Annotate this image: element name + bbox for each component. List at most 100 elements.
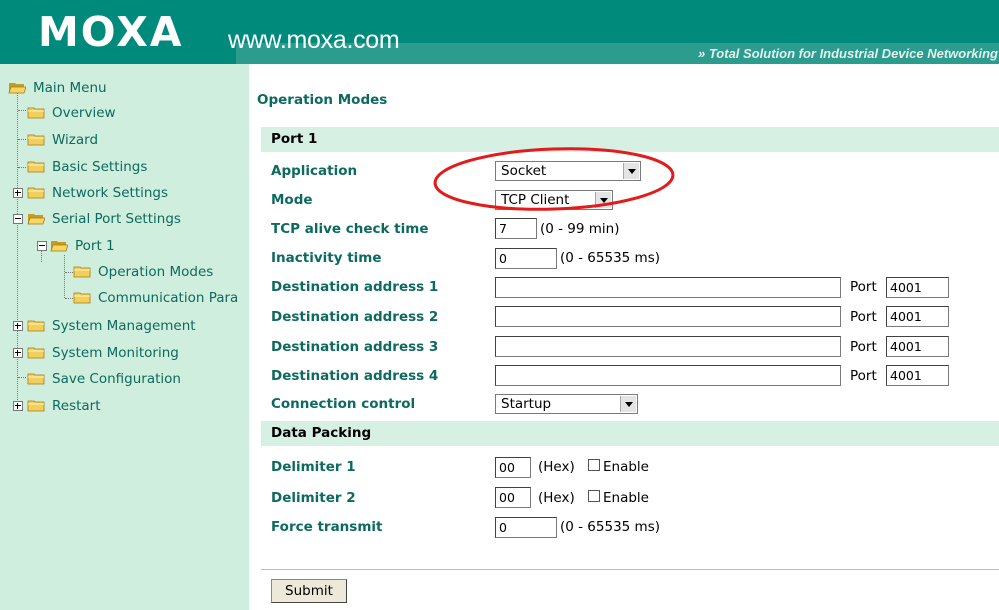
page-title: Operation Modes [257,92,388,108]
collapse-port-1[interactable] [37,241,47,251]
delimiter-2-enable-label: Enable [603,490,649,506]
section-data-packing: Data Packing [261,421,999,446]
divider [261,569,999,570]
sidebar-item-save-configuration[interactable]: Save Configuration [27,368,181,390]
destination-port-1-input[interactable]: 4001 [886,277,949,298]
tagline-text: » Total Solution for Industrial Device N… [698,46,998,61]
sidebar-item-label: Port 1 [75,238,115,254]
tree-line [64,255,65,298]
sidebar-item-label: Network Settings [52,185,169,201]
tree-line [18,139,26,140]
force-transmit-input[interactable]: 0 [495,517,557,538]
force-transmit-label: Force transmit [271,519,383,535]
delimiter-1-label: Delimiter 1 [271,459,356,475]
sidebar-item-label: Overview [52,105,116,121]
destination-address-1-input[interactable] [495,277,841,298]
delimiter-2-hex-label: (Hex) [538,490,575,506]
header-banner: MOXA www.moxa.com » Total Solution for I… [0,0,999,64]
sidebar-item-label: Main Menu [33,80,107,96]
expand-system-management[interactable] [13,321,23,331]
delimiter-2-label: Delimiter 2 [271,490,356,506]
inactivity-time-input[interactable]: 0 [495,248,557,269]
sidebar-item-label: Operation Modes [98,264,214,280]
delimiter-2-input[interactable]: 00 [495,487,531,508]
folder-icon [27,373,45,384]
sidebar-item-label: System Management [52,318,196,334]
sidebar-item-system-monitoring[interactable]: System Monitoring [27,342,179,364]
sidebar-item-system-management[interactable]: System Management [27,315,196,337]
tree-line [18,110,26,111]
folder-icon [73,266,91,277]
mode-label: Mode [271,192,313,208]
sidebar-item-operation-modes[interactable]: Operation Modes [73,261,213,283]
sidebar-item-label: Communication Para [98,290,239,306]
section-title: Port 1 [271,131,318,147]
destination-address-2-label: Destination address 2 [271,309,439,325]
sidebar-item-basic-settings[interactable]: Basic Settings [27,156,147,178]
sidebar-item-overview[interactable]: Overview [27,102,116,124]
folder-icon [27,107,45,118]
delimiter-2-enable-checkbox[interactable] [588,490,600,502]
folder-icon [27,134,45,145]
destination-address-4-label: Destination address 4 [271,368,439,384]
sidebar-item-label: Wizard [52,132,99,148]
tcp-alive-check-time-label: TCP alive check time [271,221,429,237]
destination-address-2-input[interactable] [495,306,841,327]
folder-icon [27,161,45,172]
destination-port-3-input[interactable]: 4001 [886,336,949,357]
tree-line [18,167,26,168]
destination-address-4-input[interactable] [495,365,841,386]
delimiter-1-input[interactable]: 00 [495,457,531,478]
port-label: Port [850,279,877,295]
destination-port-2-input[interactable]: 4001 [886,306,949,327]
expand-system-monitoring[interactable] [13,348,23,358]
delimiter-1-hex-label: (Hex) [538,459,575,475]
force-transmit-hint: (0 - 65535 ms) [560,519,660,535]
section-title: Data Packing [271,425,372,441]
sidebar-item-label: System Monitoring [52,345,179,361]
open-folder-icon [27,213,45,224]
tree-line [18,377,26,378]
inactivity-time-label: Inactivity time [271,250,382,266]
port-label: Port [850,309,877,325]
port-label: Port [850,368,877,384]
expand-restart[interactable] [13,401,23,411]
destination-address-3-label: Destination address 3 [271,339,439,355]
destination-port-4-input[interactable]: 4001 [886,365,949,386]
sidebar-item-label: Basic Settings [52,159,148,175]
sidebar-item-port-1[interactable]: Port 1 [50,235,115,257]
port-label: Port [850,339,877,355]
connection-control-label: Connection control [271,396,416,412]
inactivity-time-hint: (0 - 65535 ms) [560,250,660,266]
annotation-circle [433,147,675,211]
folder-icon [73,292,91,303]
sidebar-item-serial-port-settings[interactable]: Serial Port Settings [27,208,181,230]
sidebar-item-label: Serial Port Settings [52,211,181,227]
sidebar-item-main-menu[interactable]: Main Menu [8,77,107,99]
submit-button[interactable]: Submit [271,579,347,603]
expand-network-settings[interactable] [13,188,23,198]
sidebar-tree: Main Menu Overview Wizard Basic Settings… [0,64,249,610]
sidebar-item-wizard[interactable]: Wizard [27,129,98,151]
tree-line [65,298,73,299]
sidebar-item-network-settings[interactable]: Network Settings [27,182,168,204]
folder-icon [27,347,45,358]
tcp-alive-check-time-input[interactable]: 7 [495,218,537,239]
destination-address-3-input[interactable] [495,336,841,357]
application-label: Application [271,163,358,179]
connection-control-value: Startup [501,396,552,412]
sidebar-item-label: Save Configuration [52,371,181,387]
collapse-serial-port-settings[interactable] [13,214,23,224]
destination-address-1-label: Destination address 1 [271,279,439,295]
folder-icon [27,400,45,411]
sidebar-item-communication-parameters[interactable]: Communication Para [73,287,238,309]
tree-line [65,272,73,273]
delimiter-1-enable-label: Enable [603,459,649,475]
sidebar-item-restart[interactable]: Restart [27,395,101,417]
delimiter-1-enable-checkbox[interactable] [588,459,600,471]
connection-control-select[interactable]: Startup [495,394,638,414]
tcp-alive-check-time-hint: (0 - 99 min) [540,221,620,237]
site-url: www.moxa.com [228,26,400,54]
sidebar-item-label: Restart [52,398,101,414]
chevron-down-icon[interactable] [620,396,636,412]
